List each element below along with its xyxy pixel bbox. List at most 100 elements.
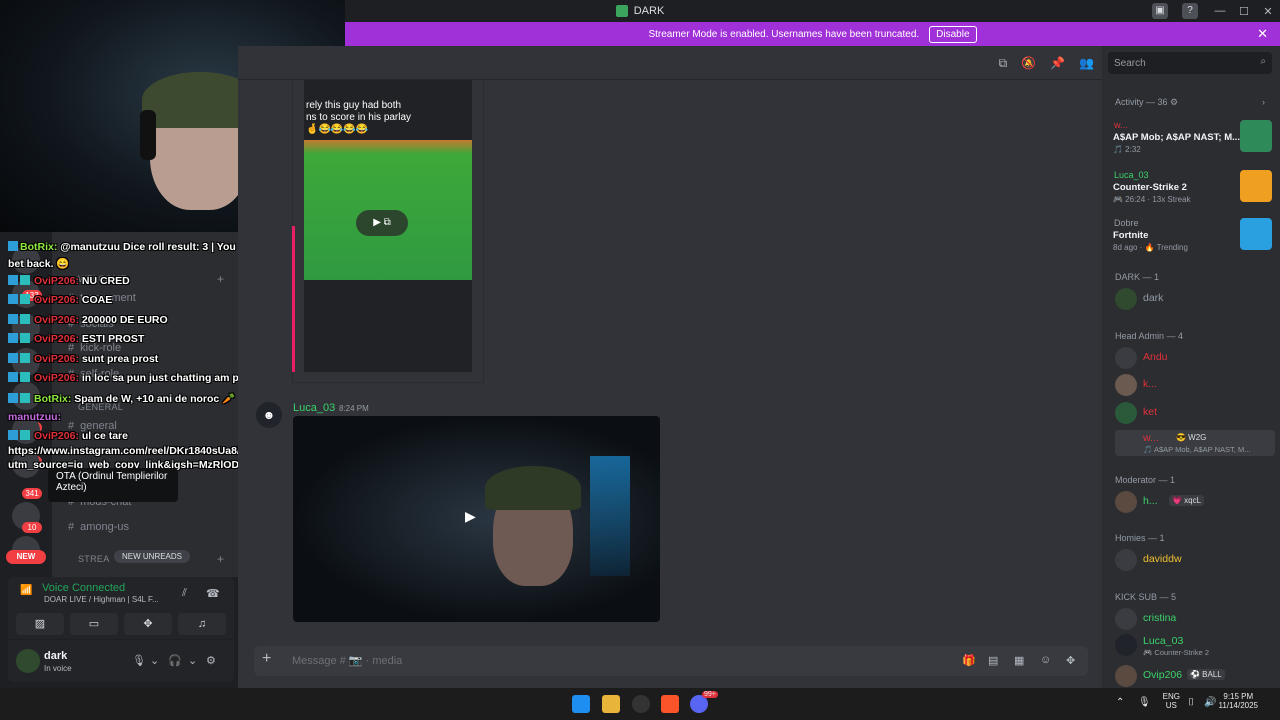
channel-general[interactable]: # general (68, 420, 117, 432)
member-item[interactable]: Andu (1115, 347, 1273, 369)
category-general[interactable]: GENERAL (78, 402, 123, 412)
mute-notifications-icon[interactable]: 🔕 (1021, 56, 1036, 71)
category-welcome[interactable]: WELCOME (78, 274, 127, 284)
new-unreads-badge[interactable]: NEW UNREADS (114, 550, 191, 563)
search-icon: ⌕ (1260, 56, 1266, 67)
group-header: KICK SUB — 5 (1115, 592, 1177, 602)
gift-icon[interactable]: 🎁 (962, 654, 976, 667)
settings-gear-icon[interactable]: ⚙ (206, 654, 216, 667)
server-icon[interactable] (12, 382, 40, 410)
gif-icon[interactable]: ▤ (988, 654, 998, 667)
category-streams[interactable]: STREA (78, 554, 110, 564)
camera-button[interactable]: ▨ (16, 613, 64, 635)
message-input[interactable] (292, 652, 692, 670)
pin-icon[interactable]: 📌 (1050, 56, 1065, 71)
member-list-icon[interactable]: 👥 (1079, 56, 1094, 71)
noise-suppression-icon[interactable]: ⫽ (182, 587, 187, 600)
channel-list: WELCOME + # tournament # socials # kick-rol… (52, 232, 238, 577)
channel-tournament[interactable]: # tournament (68, 292, 136, 304)
signal-icon[interactable]: 📶 (20, 585, 32, 596)
close-window-button[interactable]: ✕ (1256, 5, 1280, 18)
message-video[interactable]: ▶ (293, 416, 660, 622)
screenshare-button[interactable]: ▭ (70, 613, 118, 635)
maximize-button[interactable]: ☐ (1232, 5, 1256, 18)
avatar[interactable] (16, 649, 40, 673)
message-avatar[interactable]: ☻ (256, 402, 282, 428)
headphones-icon[interactable]: 🎧 (168, 654, 182, 667)
member-item[interactable]: Ovip206 ⚽ BALL (1115, 665, 1273, 687)
member-item[interactable]: ket (1115, 402, 1273, 424)
channel-kick-role[interactable]: # kick-role (68, 342, 121, 354)
add-attachment-icon[interactable]: + (262, 650, 271, 668)
voice-status[interactable]: Voice Connected (42, 582, 125, 594)
album-art (1240, 120, 1272, 152)
new-unreads-pill[interactable]: NEW (6, 550, 46, 564)
activities-button[interactable]: ✥ (124, 613, 172, 635)
volume-icon[interactable]: 🔊 (1204, 697, 1216, 708)
disconnect-icon[interactable]: ☎ (206, 587, 220, 600)
member-item[interactable]: Luca_03 🎮 Counter-Strike 2 (1115, 634, 1273, 657)
search-box: ⌕ (1108, 52, 1272, 74)
banner-text: Streamer Mode is enabled. Usernames have… (648, 28, 920, 40)
user-panel: dark In voice 🎙 ⌄ 🎧 ⌄ ⚙ (8, 640, 234, 682)
activity-card[interactable]: Luca_03 Counter-Strike 2 🎮 26:24 · 13x S… (1110, 170, 1272, 214)
add-channel-icon[interactable]: + (217, 552, 224, 566)
member-item[interactable]: daviddw (1115, 549, 1273, 571)
apps-icon[interactable]: ✥ (1066, 654, 1075, 667)
user-name[interactable]: dark (44, 650, 67, 662)
embed-video[interactable]: rely this guy had both ns to score in hi… (304, 80, 472, 372)
channel-self-role[interactable]: # self-role (68, 368, 119, 380)
avatar (1115, 665, 1137, 687)
server-icon[interactable] (12, 348, 40, 376)
sticker-icon[interactable]: ▦ (1014, 654, 1024, 667)
activity-card[interactable]: w... A$AP Mob; A$AP NAST; M... 🎵 2:32 (1110, 120, 1272, 164)
server-icon[interactable] (12, 416, 40, 444)
threads-icon[interactable]: ⧉ (999, 56, 1008, 71)
soundboard-button[interactable]: ♫ (178, 613, 226, 635)
server-icon[interactable] (12, 450, 40, 478)
language-indicator[interactable]: ENG US (1163, 692, 1180, 710)
play-icon[interactable]: ▶ (465, 508, 476, 525)
inbox-icon[interactable]: ▣ (1152, 3, 1168, 19)
member-item[interactable]: w... 😎 W2G 🎵 A$AP Mob, A$AP NAST, M... (1115, 430, 1275, 456)
play-button[interactable]: ▶ ⧉ (356, 210, 408, 236)
channel-socials[interactable]: # socials (68, 318, 114, 330)
channel-among-us[interactable]: # among-us (68, 521, 129, 533)
activity-header[interactable]: Activity — 36 ⚙ (1115, 97, 1178, 108)
search-input[interactable] (1114, 56, 1244, 70)
disable-streamer-mode-button[interactable]: Disable (929, 25, 977, 43)
microphone-icon[interactable]: 🎙 (132, 654, 146, 667)
chevron-down-icon[interactable]: ⌄ (150, 654, 159, 667)
microphone-icon[interactable]: 🎙 (1138, 697, 1151, 708)
chevron-down-icon[interactable]: ⌄ (188, 654, 197, 667)
activity-card[interactable]: Dobre Fortnite 8d ago · 🔥 Trending (1110, 218, 1272, 262)
message-author[interactable]: Luca_03 (293, 402, 335, 414)
game-art (1240, 218, 1272, 250)
member-item[interactable]: h... 💗 xqcL (1115, 491, 1273, 513)
chevron-up-icon[interactable]: ⌃ (1116, 697, 1124, 708)
add-channel-icon[interactable]: + (217, 272, 224, 286)
member-item[interactable]: k... (1115, 374, 1273, 396)
mention-badge: 133 (22, 290, 42, 301)
member-item[interactable]: dark (1115, 288, 1273, 310)
clock[interactable]: 9:15 PM 11/14/2025 (1219, 692, 1258, 710)
brave-icon[interactable] (661, 695, 679, 713)
group-header: DARK — 1 (1115, 272, 1160, 282)
close-banner-button[interactable]: ✕ (1257, 26, 1268, 42)
chat-main: ⧉ 🔕 📌 👥 rely this guy had both ns to sco… (238, 46, 1102, 688)
embed-caption: rely this guy had both ns to score in hi… (306, 100, 412, 135)
chevron-right-icon[interactable]: › (1262, 97, 1265, 107)
message-timestamp: 8:24 PM (339, 404, 369, 413)
server-icon[interactable] (12, 246, 40, 274)
server-sidebar: 133 65 27 341 10 (0, 232, 52, 577)
minimize-button[interactable]: — (1208, 5, 1232, 17)
server-icon[interactable] (12, 314, 40, 342)
start-icon[interactable] (572, 695, 590, 713)
file-explorer-icon[interactable] (602, 695, 620, 713)
member-item[interactable]: cristina (1115, 608, 1273, 630)
network-icon[interactable]: ⌷ (1188, 697, 1194, 708)
app-icon[interactable] (632, 695, 650, 713)
help-icon[interactable]: ? (1182, 3, 1198, 19)
emoji-icon[interactable]: ☺ (1040, 654, 1051, 666)
voice-panel: 📶 Voice Connected DOAR LIVE / Highman | … (8, 577, 234, 639)
